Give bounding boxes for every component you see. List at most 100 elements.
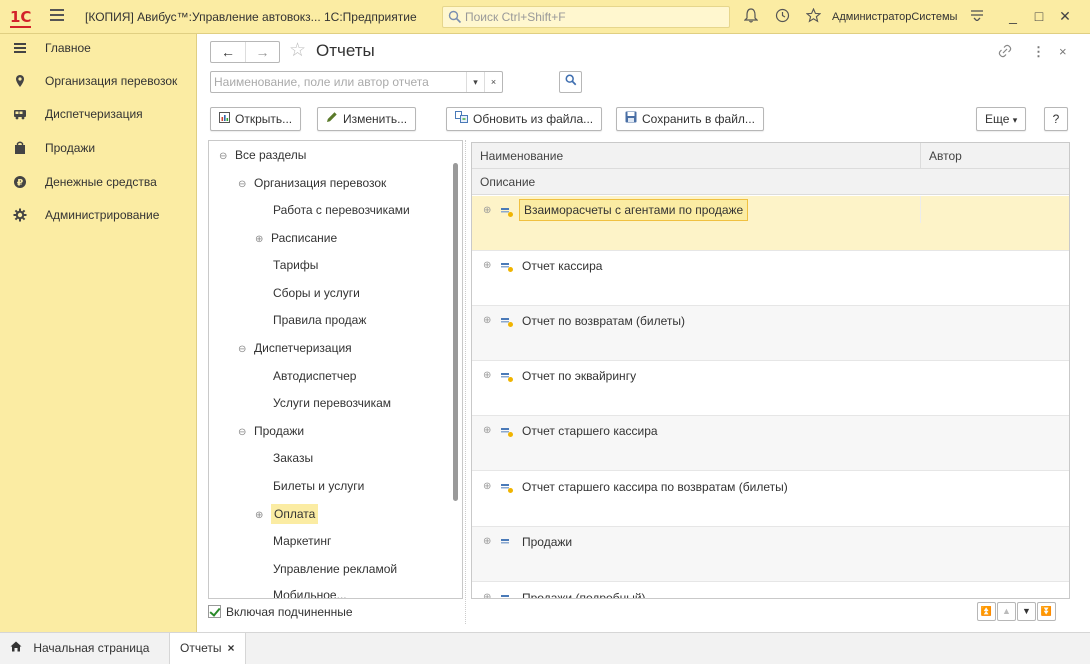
tree-item-mobile[interactable]: Мобильное... xyxy=(273,584,347,598)
search-button[interactable] xyxy=(559,71,582,93)
report-icon xyxy=(501,484,513,493)
table-row[interactable]: ⊕ Отчет по эквайрингу xyxy=(472,361,1069,416)
tree-item-schedule[interactable]: ⊕ Расписание xyxy=(255,227,337,249)
column-header-author[interactable]: Автор xyxy=(920,143,1069,169)
main-menu-icon[interactable] xyxy=(50,9,64,21)
reports-table: Наименование Автор Описание ⊕ Взаиморасч… xyxy=(471,142,1070,599)
table-row[interactable]: ⊕ Отчет по возвратам (билеты) xyxy=(472,306,1069,361)
tree-item-sales[interactable]: ⊖ Продажи xyxy=(238,420,304,442)
current-user[interactable]: АдминистраторСистемы xyxy=(832,11,957,23)
tree-item-orders[interactable]: Заказы xyxy=(273,447,313,469)
sidebar-item-sales[interactable]: Продажи xyxy=(0,134,197,162)
tab-home[interactable]: Начальная страница xyxy=(0,633,159,664)
settings-icon[interactable] xyxy=(968,7,986,25)
bell-icon[interactable] xyxy=(743,8,759,26)
dropdown-arrow-icon[interactable]: ▾ xyxy=(466,72,484,92)
sidebar-item-money[interactable]: ₽ Денежные средства xyxy=(0,168,197,196)
window-title: [КОПИЯ] Авибус™:Управление автовокз... 1… xyxy=(85,10,417,24)
table-row[interactable]: ⊕ Отчет кассира xyxy=(472,251,1069,306)
page-up-icon[interactable]: ▲ xyxy=(997,602,1016,621)
tree-item-dispatch[interactable]: ⊖ Диспетчеризация xyxy=(238,337,352,359)
close-tab-icon[interactable]: × xyxy=(227,641,234,655)
favorite-star-icon[interactable]: ☆ xyxy=(289,39,306,62)
report-icon xyxy=(501,208,513,217)
back-button[interactable]: ← xyxy=(211,42,245,62)
expand-icon[interactable]: ⊕ xyxy=(483,425,491,436)
floppy-disk-icon xyxy=(625,109,637,131)
expand-icon[interactable]: ⊕ xyxy=(483,481,491,492)
global-search-input[interactable]: Поиск Ctrl+Shift+F xyxy=(442,6,730,28)
update-from-file-button[interactable]: Обновить из файла... xyxy=(446,107,603,131)
checkbox-checked-icon[interactable] xyxy=(208,605,221,618)
more-button[interactable]: Еще ▾ xyxy=(976,107,1027,131)
tree-item-carrier-services[interactable]: Услуги перевозчикам xyxy=(273,392,391,414)
tree-item-all[interactable]: ⊖ Все разделы xyxy=(219,144,306,166)
expand-icon[interactable]: ⊕ xyxy=(483,592,491,598)
page-down-icon[interactable]: ▼ xyxy=(1017,602,1036,621)
tree-item-marketing[interactable]: Маркетинг xyxy=(273,530,331,552)
expand-icon[interactable]: ⊕ xyxy=(483,370,491,381)
expand-icon[interactable]: ⊕ xyxy=(255,229,271,251)
open-windows-bar: Начальная страница Отчеты × xyxy=(0,632,1090,664)
sections-tree: ⊖ Все разделы ⊖ Организация перевозок Рабо… xyxy=(208,140,463,599)
table-row[interactable]: ⊕ Отчет старшего кассира по возвратам (б… xyxy=(472,472,1069,527)
expand-icon[interactable]: ⊕ xyxy=(255,505,271,527)
tree-item-sales-rules[interactable]: Правила продаж xyxy=(273,309,366,331)
column-header-description[interactable]: Описание xyxy=(472,169,1069,195)
navigation-buttons: ← → xyxy=(210,41,280,63)
tree-item-ads[interactable]: Управление рекламой xyxy=(273,558,397,580)
more-actions-icon[interactable]: ⋮ xyxy=(1032,44,1045,60)
chevron-down-icon: ▾ xyxy=(1012,115,1018,125)
report-icon xyxy=(501,428,513,437)
table-row[interactable]: ⊕ Продажи (подробный) xyxy=(472,583,1069,598)
include-subordinate-checkbox[interactable]: Включая подчиненные xyxy=(208,603,353,621)
last-page-icon[interactable]: ⏬ xyxy=(1037,602,1056,621)
tree-item-autodispatcher[interactable]: Автодиспетчер xyxy=(273,365,356,387)
close-icon[interactable]: ✕ xyxy=(1056,7,1074,25)
tree-item-fees[interactable]: Сборы и услуги xyxy=(273,282,360,304)
open-report-icon xyxy=(219,109,230,131)
open-button[interactable]: Открыть... xyxy=(210,107,302,131)
expand-icon[interactable]: ⊕ xyxy=(483,536,491,547)
tree-item-transport[interactable]: ⊖ Организация перевозок xyxy=(238,172,386,194)
help-button[interactable]: ? xyxy=(1044,107,1068,131)
location-pin-icon xyxy=(16,75,24,87)
sidebar-item-admin[interactable]: Администрирование xyxy=(0,201,197,229)
expand-icon[interactable]: ⊕ xyxy=(483,260,491,271)
collapse-icon[interactable]: ⊖ xyxy=(219,146,235,168)
tree-item-tariffs[interactable]: Тарифы xyxy=(273,254,318,276)
history-icon[interactable] xyxy=(775,8,790,26)
save-to-file-button[interactable]: Сохранить в файл... xyxy=(616,107,764,131)
tree-item-payment[interactable]: ⊕ Оплата xyxy=(255,503,319,527)
sidebar-item-main[interactable]: Главное xyxy=(0,34,197,62)
table-row[interactable]: ⊕ Отчет старшего кассира xyxy=(472,416,1069,471)
close-form-icon[interactable]: × xyxy=(1059,44,1067,59)
table-row[interactable]: ⊕ Взаиморасчеты с агентами по продаже xyxy=(472,196,1069,251)
expand-icon[interactable]: ⊕ xyxy=(483,205,491,216)
tree-scrollbar[interactable] xyxy=(453,163,458,501)
panel-splitter[interactable] xyxy=(465,140,466,624)
minimize-icon[interactable]: _ xyxy=(1004,7,1022,25)
shopping-bag-icon xyxy=(15,141,25,154)
link-icon[interactable] xyxy=(998,44,1012,61)
maximize-icon[interactable]: □ xyxy=(1030,7,1048,25)
table-row[interactable]: ⊕ Продажи xyxy=(472,527,1069,582)
report-search-input[interactable]: Наименование, поле или автор отчета ▾ × xyxy=(210,71,503,93)
edit-button[interactable]: Изменить... xyxy=(317,107,417,131)
collapse-icon[interactable]: ⊖ xyxy=(238,174,254,196)
sidebar-item-transport[interactable]: Организация перевозок xyxy=(0,67,197,95)
sidebar-item-dispatch[interactable]: Диспетчеризация xyxy=(0,100,197,128)
tree-item-carriers[interactable]: Работа с перевозчиками xyxy=(273,199,410,221)
column-header-name[interactable]: Наименование xyxy=(472,143,920,169)
expand-icon[interactable]: ⊕ xyxy=(483,315,491,326)
app-logo[interactable]: 1С xyxy=(10,8,32,28)
collapse-icon[interactable]: ⊖ xyxy=(238,339,254,361)
tree-item-tickets[interactable]: Билеты и услуги xyxy=(273,475,364,497)
forward-button[interactable]: → xyxy=(245,42,279,62)
clear-search-icon[interactable]: × xyxy=(484,72,502,92)
search-icon xyxy=(448,10,462,24)
first-page-icon[interactable]: ⏫ xyxy=(977,602,996,621)
favorites-star-icon[interactable] xyxy=(805,7,822,26)
tab-reports[interactable]: Отчеты × xyxy=(169,633,246,664)
collapse-icon[interactable]: ⊖ xyxy=(238,422,254,444)
